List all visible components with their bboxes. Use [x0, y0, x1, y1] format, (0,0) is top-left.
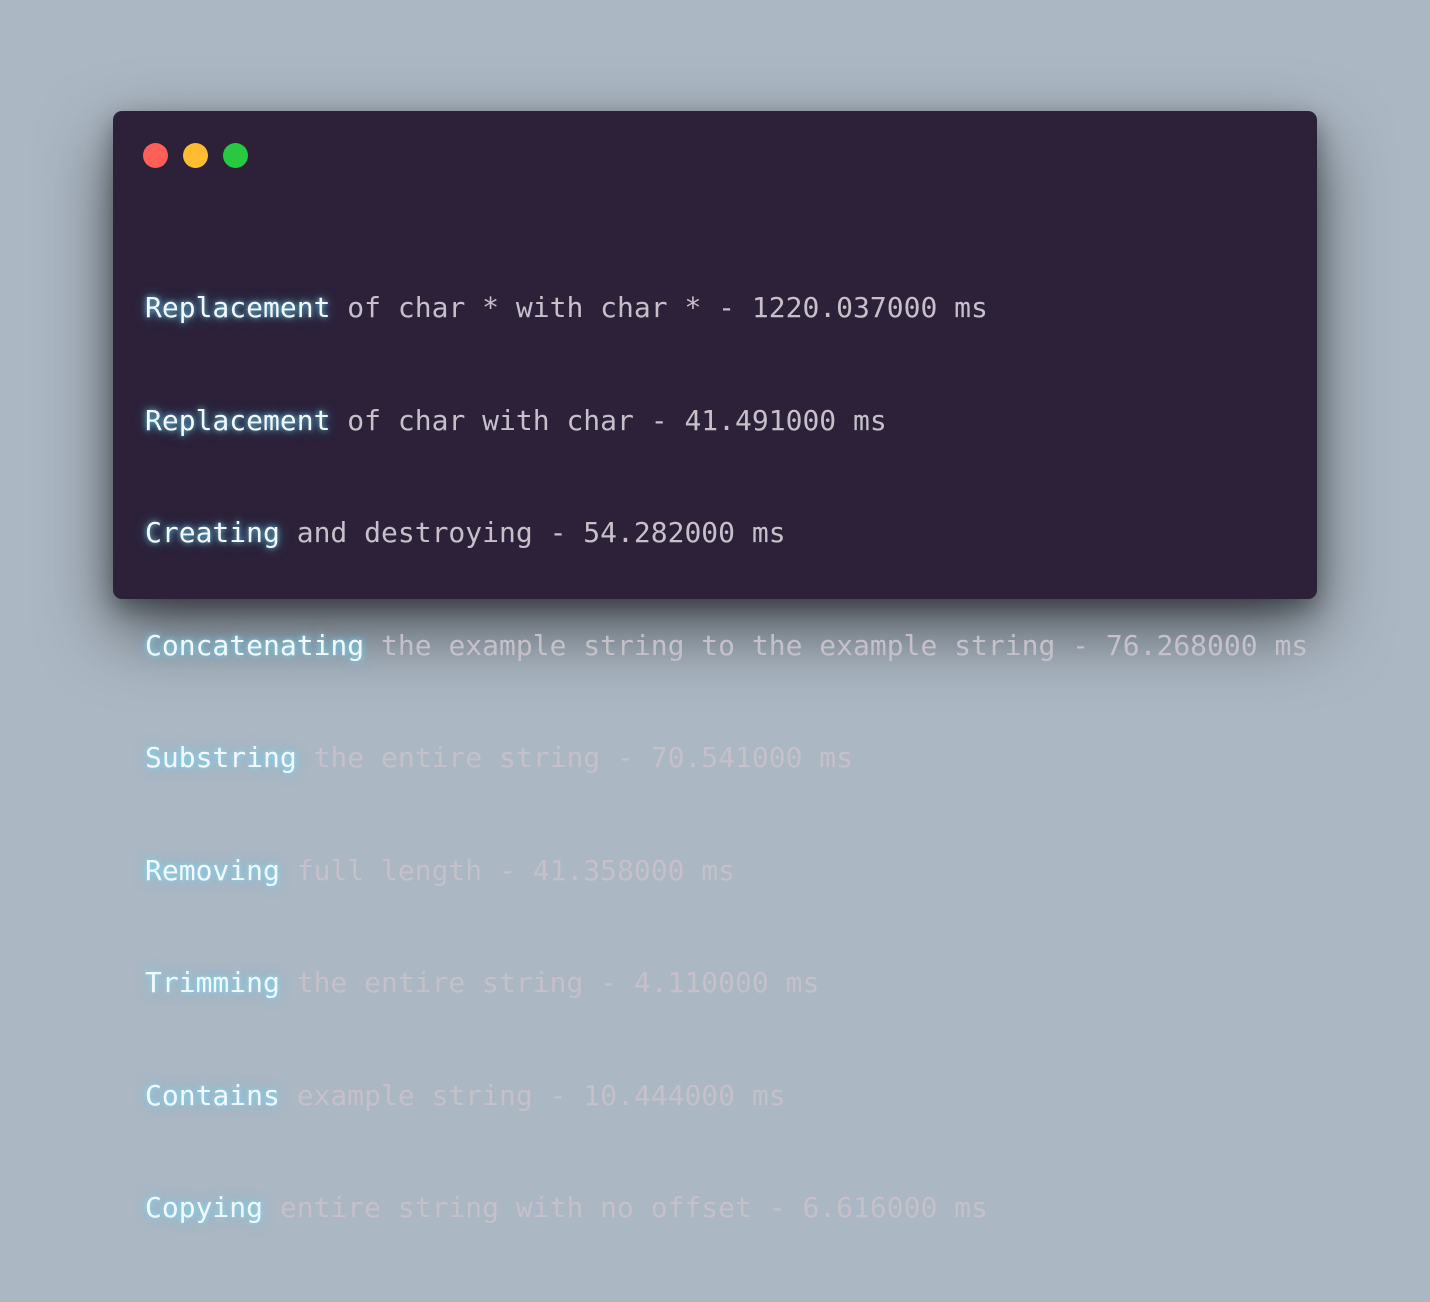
line-text: and destroying - 54.282000 ms — [279, 516, 786, 549]
line-keyword: Copying — [145, 1191, 264, 1224]
output-line: Substring the entire string - 70.541000 … — [145, 739, 1308, 777]
output-line: Removing full length - 41.358000 ms — [145, 852, 1308, 890]
output-line: Copying entire string with no offset - 6… — [145, 1189, 1308, 1227]
line-text: of char * with char * - 1220.037000 ms — [330, 291, 988, 324]
close-button[interactable] — [143, 143, 168, 168]
line-text: the entire string - 70.541000 ms — [296, 741, 854, 774]
line-text: example string - 10.444000 ms — [279, 1078, 786, 1112]
terminal-output: Replacement of char * with char * - 1220… — [145, 214, 1308, 1302]
line-keyword: Creating — [145, 516, 280, 549]
output-line: Replacement of char with char - 41.49100… — [145, 402, 1308, 440]
line-keyword: Replacement — [145, 403, 331, 437]
line-text: full length - 41.358000 ms — [279, 853, 736, 887]
maximize-button[interactable] — [223, 143, 248, 168]
line-keyword: Replacement — [145, 291, 331, 324]
output-line: Concatenating the example string to the … — [145, 627, 1308, 665]
line-text: of char with char - 41.491000 ms — [330, 403, 887, 437]
output-line: Replacement of char * with char * - 1220… — [145, 289, 1308, 327]
window-controls — [143, 143, 248, 168]
line-keyword: Trimming — [145, 966, 280, 999]
output-line: Trimming the entire string - 4.110000 ms — [145, 964, 1308, 1002]
output-line: Creating and destroying - 54.282000 ms — [145, 514, 1308, 552]
line-keyword: Substring — [145, 741, 297, 774]
line-keyword: Contains — [145, 1078, 280, 1112]
line-text: entire string with no offset - 6.616000 … — [263, 1191, 988, 1224]
line-keyword: Removing — [145, 853, 280, 887]
output-line: Contains example string - 10.444000 ms — [145, 1077, 1308, 1115]
terminal-window: Replacement of char * with char * - 1220… — [113, 111, 1317, 1224]
line-text: the entire string - 4.110000 ms — [279, 966, 820, 999]
line-keyword: Concatenating — [145, 628, 365, 662]
line-text: the example string to the example string… — [364, 628, 1309, 662]
minimize-button[interactable] — [183, 143, 208, 168]
